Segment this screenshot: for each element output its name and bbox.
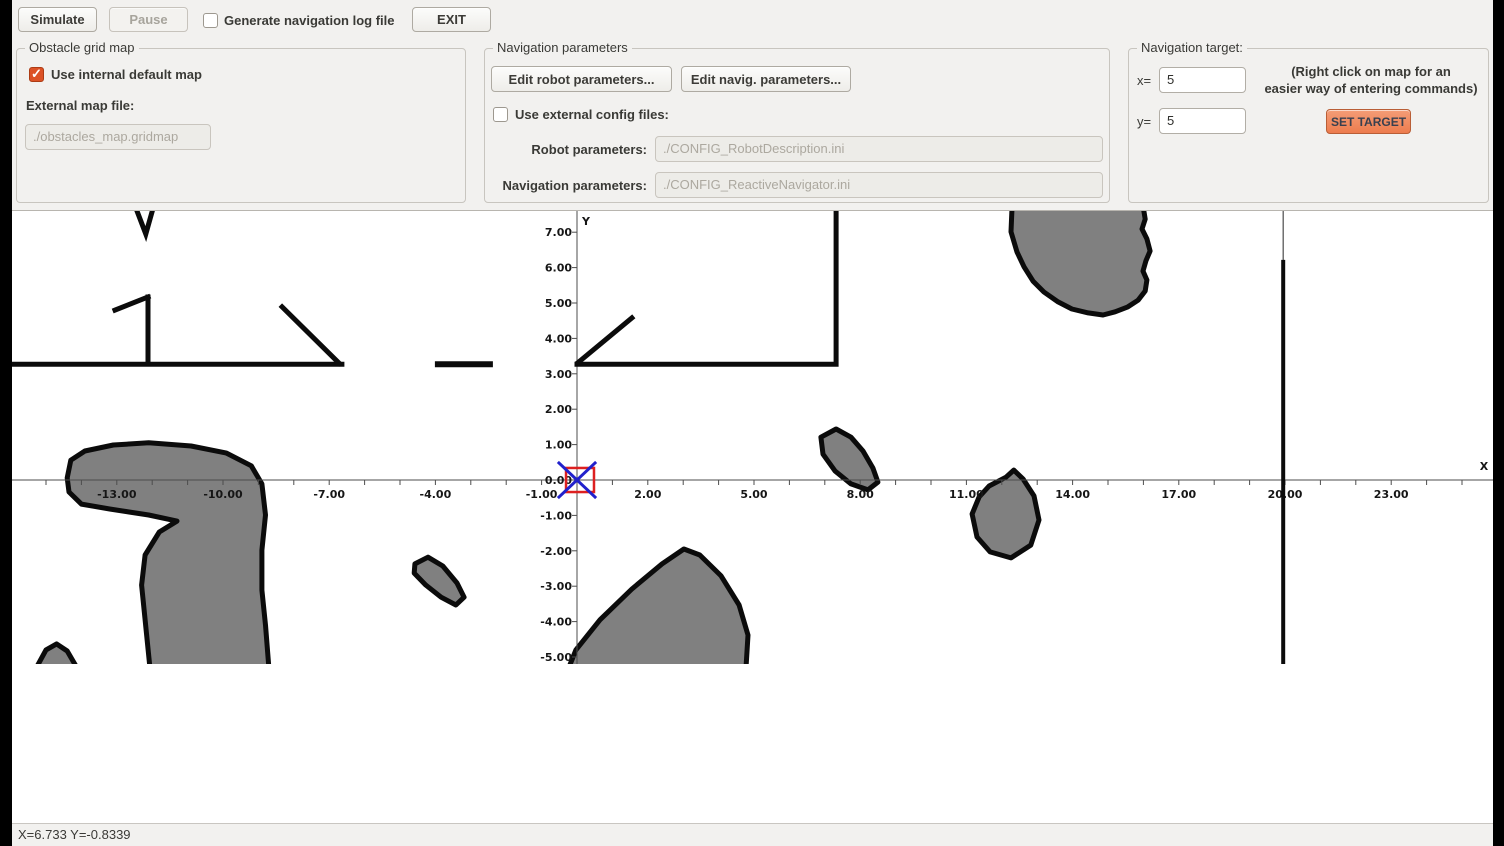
wall-left-small-diagonal — [115, 297, 148, 310]
y-tick-label: -4.00 — [540, 616, 572, 629]
use-external-config-checkbox[interactable] — [493, 107, 508, 122]
app-window: Simulate Pause Generate navigation log f… — [12, 0, 1493, 846]
y-tick-label: 0.00 — [545, 474, 572, 487]
y-axis-letter: Y — [581, 215, 591, 228]
x-axis-letter: X — [1480, 460, 1489, 473]
blob-top-right — [1011, 211, 1150, 315]
y-tick-label: -2.00 — [540, 545, 572, 558]
y-tick-label: 6.00 — [545, 262, 572, 275]
x-tick-label: 17.00 — [1161, 488, 1196, 501]
wall-room — [577, 211, 836, 364]
simulate-button[interactable]: Simulate — [18, 7, 97, 32]
y-tick-label: 1.00 — [545, 439, 572, 452]
robot-parameters-label: Robot parameters: — [485, 142, 647, 157]
navigation-target-panel: Navigation target: x= 5 y= 5 (Right clic… — [1128, 48, 1489, 203]
exit-button[interactable]: EXIT — [412, 7, 491, 32]
x-tick-label: -10.00 — [203, 488, 243, 501]
lower-empty-pane — [12, 664, 1493, 824]
blob-banana-left — [414, 557, 464, 605]
nav-panel-title: Navigation parameters — [493, 40, 632, 55]
external-map-file-field: ./obstacles_map.gridmap — [25, 124, 211, 150]
target-panel-title: Navigation target: — [1137, 40, 1247, 55]
use-internal-map-label: Use internal default map — [51, 67, 202, 82]
y-tick-label: -3.00 — [540, 580, 572, 593]
generate-log-label: Generate navigation log file — [224, 13, 394, 28]
y-tick-label: 3.00 — [545, 368, 572, 381]
map-plot-area[interactable]: -13.00 -10.00 -7.00 -4.00 -1.00 2.00 5.00 8.00 1… — [12, 210, 1493, 664]
x-tick-label: -13.00 — [97, 488, 137, 501]
generate-log-checkbox[interactable] — [203, 13, 218, 28]
navigation-parameters-panel: Navigation parameters Edit robot paramet… — [484, 48, 1110, 203]
external-map-file-label: External map file: — [26, 98, 134, 113]
wall-left-diagonal — [282, 307, 339, 363]
target-x-label: x= — [1137, 73, 1151, 88]
use-internal-map-checkbox[interactable] — [29, 67, 44, 82]
blob-banana-right — [821, 429, 878, 490]
navigation-parameters-label: Navigation parameters: — [485, 178, 647, 193]
map-canvas[interactable]: -13.00 -10.00 -7.00 -4.00 -1.00 2.00 5.00 8.00 1… — [12, 211, 1493, 664]
y-tick-label: 2.00 — [545, 403, 572, 416]
x-tick-label: 2.00 — [634, 488, 661, 501]
target-y-input[interactable]: 5 — [1159, 108, 1246, 134]
x-tick-label: 5.00 — [740, 488, 767, 501]
x-tick-label: -4.00 — [420, 488, 452, 501]
blob-center-triangle — [568, 549, 748, 664]
right-click-hint-line1: (Right click on map for an — [1257, 63, 1485, 80]
edit-navig-parameters-button[interactable]: Edit navig. parameters... — [681, 66, 851, 92]
wall-v-top — [136, 211, 152, 234]
x-tick-label: 8.00 — [847, 488, 874, 501]
blob-left-large — [67, 443, 269, 664]
x-tick-label: -7.00 — [313, 488, 345, 501]
cursor-coordinates: X=6.733 Y=-0.8339 — [18, 827, 131, 842]
y-tick-label: -1.00 — [540, 509, 572, 522]
y-tick-label: 7.00 — [545, 226, 572, 239]
obstacle-grid-map-panel: Obstacle grid map Use internal default m… — [16, 48, 466, 203]
obstacle-panel-title: Obstacle grid map — [25, 40, 139, 55]
y-tick-label: -5.00 — [540, 651, 572, 664]
set-target-button[interactable]: SET TARGET — [1326, 109, 1411, 134]
target-x-input[interactable]: 5 — [1159, 67, 1246, 93]
edit-robot-parameters-button[interactable]: Edit robot parameters... — [491, 66, 672, 92]
right-click-hint-line2: easier way of entering commands) — [1257, 80, 1485, 97]
blob-right-pentagon — [972, 470, 1039, 558]
pause-button: Pause — [109, 7, 188, 32]
y-tick-label: 5.00 — [545, 297, 572, 310]
right-click-hint: (Right click on map for an easier way of… — [1257, 63, 1485, 97]
status-bar: X=6.733 Y=-0.8339 — [12, 824, 1493, 846]
x-tick-label: 14.00 — [1055, 488, 1090, 501]
use-external-config-label: Use external config files: — [515, 107, 669, 122]
robot-parameters-field: ./CONFIG_RobotDescription.ini — [655, 136, 1103, 162]
wall-room-diagonal — [578, 318, 632, 363]
x-tick-label: -1.00 — [526, 488, 558, 501]
y-tick-label: 4.00 — [545, 332, 572, 345]
x-tick-label: 23.00 — [1374, 488, 1409, 501]
target-y-label: y= — [1137, 114, 1151, 129]
blob-bottom-left-small — [35, 644, 78, 664]
navigation-parameters-field: ./CONFIG_ReactiveNavigator.ini — [655, 172, 1103, 198]
x-tick-label: 11.00 — [949, 488, 984, 501]
